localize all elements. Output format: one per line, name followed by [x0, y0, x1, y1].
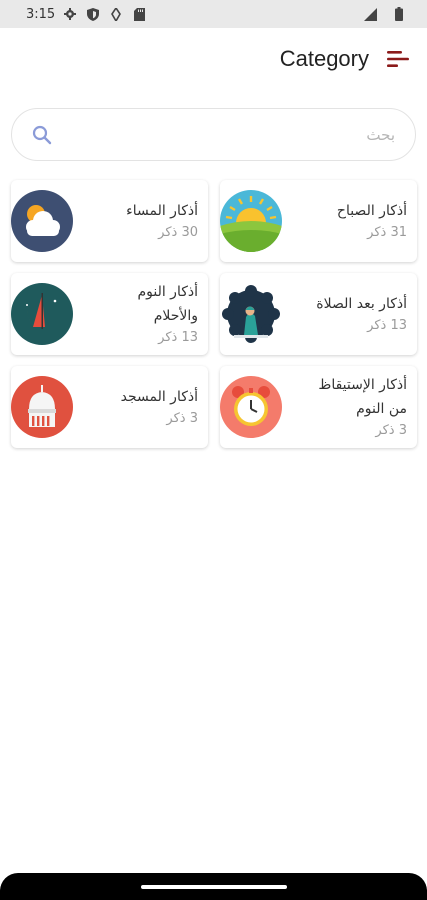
category-title: أذكار المساء [126, 203, 198, 219]
status-time: 3:15 [26, 6, 56, 22]
cloud-sun-icon [11, 190, 73, 252]
home-indicator[interactable] [140, 884, 287, 889]
category-title: أذكار المسجد [120, 389, 198, 405]
category-title: أذكار الإستيقاظ من النوم [318, 377, 407, 417]
category-count: 13 ذكر [367, 318, 407, 333]
search-box[interactable] [11, 108, 416, 161]
system-nav-bar [0, 873, 427, 900]
category-card-sleep[interactable]: أذكار النوم والأحلام 13 ذكر [11, 273, 208, 355]
search-input[interactable] [62, 125, 395, 144]
category-title: أذكار بعد الصلاة [316, 296, 407, 312]
category-card-mosque[interactable]: أذكار المسجد 3 ذكر [11, 366, 208, 448]
category-card-morning[interactable]: أذكار الصباح 31 ذكر [220, 180, 417, 262]
category-title: أذكار النوم والأحلام [137, 284, 198, 324]
shield-icon [86, 7, 100, 21]
category-count: 31 ذكر [367, 225, 407, 240]
page-title: Category [279, 46, 369, 71]
category-title: أذكار الصباح [336, 203, 407, 219]
battery-icon [392, 7, 406, 21]
app-bar: Category [0, 28, 427, 90]
mosque-icon [11, 376, 73, 438]
praying-person-icon [220, 283, 282, 345]
category-card-waking[interactable]: أذكار الإستيقاظ من النوم 3 ذكر [220, 366, 417, 448]
sd-card-icon [132, 7, 146, 21]
category-card-evening[interactable]: أذكار المساء 30 ذكر [11, 180, 208, 262]
category-count: 30 ذكر [158, 225, 198, 240]
category-count: 3 ذكر [166, 411, 198, 426]
vpn-key-icon [109, 7, 123, 21]
category-count: 3 ذكر [375, 423, 407, 438]
signal-icon [363, 7, 377, 21]
search-icon[interactable] [32, 125, 52, 145]
gear-icon [63, 7, 77, 21]
menu-icon[interactable] [387, 50, 409, 68]
alarm-clock-icon [220, 376, 282, 438]
status-bar: 3:15 [0, 0, 427, 28]
category-card-after-prayer[interactable]: أذكار بعد الصلاة 13 ذكر [220, 273, 417, 355]
sunrise-icon [220, 190, 282, 252]
moon-night-icon [11, 283, 73, 345]
category-count: 13 ذكر [158, 330, 198, 345]
